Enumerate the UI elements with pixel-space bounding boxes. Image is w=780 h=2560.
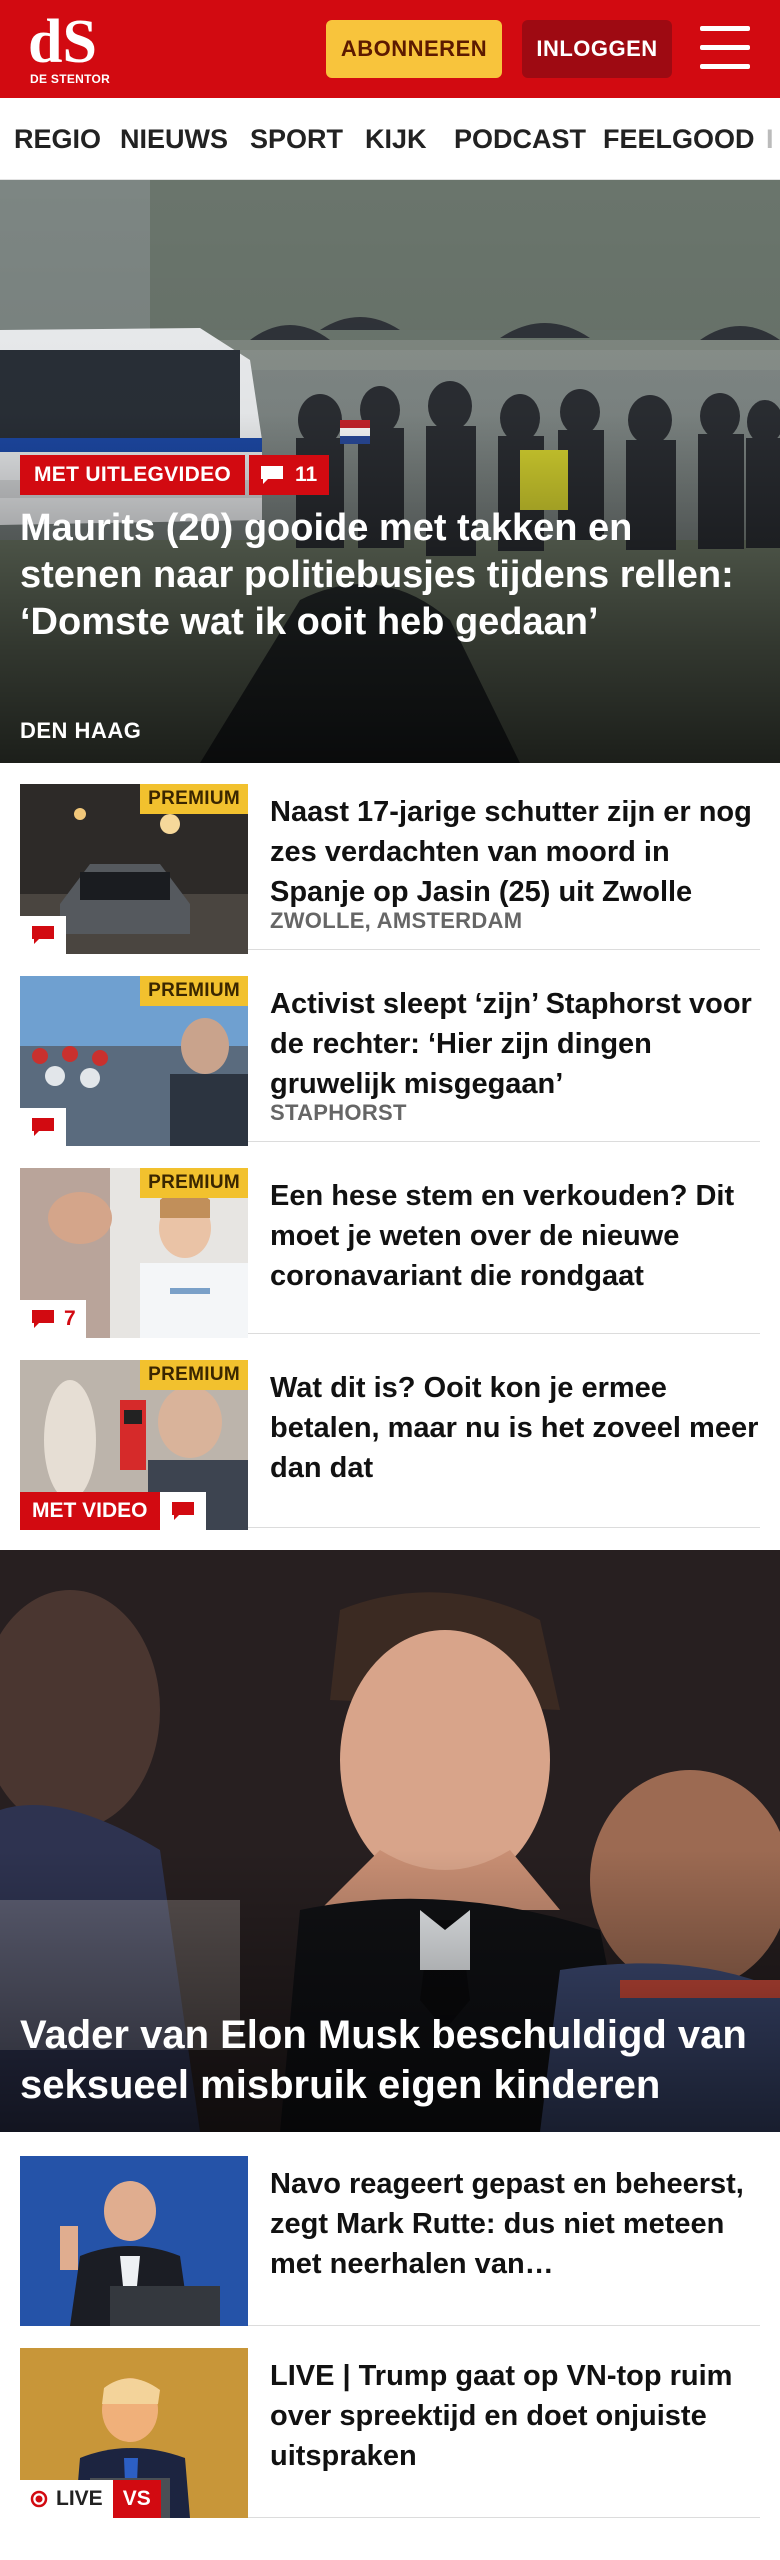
hero-badges: MET UITLEGVIDEO 11 <box>20 455 330 495</box>
comment-count: 11 <box>295 463 318 486</box>
section-nav: REGIO NIEUWS SPORT KIJK PODCAST FEELGOOD… <box>0 98 780 180</box>
article-thumbnail: LIVE VS <box>20 2348 248 2518</box>
nav-item-kijk[interactable]: KIJK <box>365 124 427 155</box>
subscribe-button[interactable]: ABONNEREN <box>326 20 502 78</box>
comment-badge[interactable]: 7 <box>20 1300 86 1338</box>
comment-count: 7 <box>64 1307 76 1330</box>
live-badge: LIVE VS <box>20 2480 161 2518</box>
article-title[interactable]: Een hese stem en verkouden? Dit moet je … <box>270 1176 760 1296</box>
comment-icon <box>32 926 54 944</box>
list-item[interactable]: LIVE VS LIVE | Trump gaat op VN-top ruim… <box>20 2338 760 2518</box>
premium-badge: PREMIUM <box>140 1360 248 1390</box>
site-header: dS DE STENTOR ABONNEREN INLOGGEN <box>0 0 780 98</box>
comment-icon <box>171 1502 194 1520</box>
article-thumbnail: PREMIUM MET VIDEO <box>20 1360 248 1530</box>
list-item[interactable]: PREMIUM Naast 17-jarige schutter zijn er… <box>20 774 760 954</box>
live-dot-icon <box>30 2490 48 2508</box>
article-thumbnail: PREMIUM <box>20 976 248 1146</box>
comment-icon <box>261 466 284 484</box>
hero-article[interactable]: MET UITLEGVIDEO 11 Maurits (20) gooide m… <box>0 180 780 763</box>
video-badge[interactable]: MET VIDEO <box>20 1492 206 1530</box>
article-thumbnail: PREMIUM 7 <box>20 1168 248 1338</box>
live-label-wrap: LIVE <box>20 2480 113 2518</box>
nav-item-sport[interactable]: SPORT <box>250 124 343 155</box>
comment-badge[interactable] <box>159 1492 206 1530</box>
login-button[interactable]: INLOGGEN <box>522 20 672 78</box>
hero-title[interactable]: Maurits (20) gooide met takken en stenen… <box>20 505 740 646</box>
comment-badge[interactable] <box>20 1108 66 1146</box>
premium-badge: PREMIUM <box>140 976 248 1006</box>
article-thumbnail <box>20 2156 248 2326</box>
article-title[interactable]: LIVE | Trump gaat op VN-top ruim over sp… <box>270 2356 760 2476</box>
nav-item-feelgood[interactable]: FEELGOOD <box>603 124 755 155</box>
list-item[interactable]: PREMIUM Activist sleept ‘zijn’ Staphorst… <box>20 966 760 1146</box>
menu-icon[interactable] <box>700 24 750 72</box>
hero-article-2[interactable]: Vader van Elon Musk beschuldigd van seks… <box>0 1550 780 2132</box>
video-badge-label: MET VIDEO <box>20 1492 160 1530</box>
site-logo[interactable]: dS DE STENTOR <box>28 12 111 88</box>
logo-subtitle: DE STENTOR <box>30 72 111 86</box>
comment-icon <box>32 1310 54 1328</box>
article-location: STAPHORST <box>270 1100 407 1125</box>
hero2-title[interactable]: Vader van Elon Musk beschuldigd van seks… <box>20 2010 760 2110</box>
article-title[interactable]: Naast 17-jarige schutter zijn er nog zes… <box>270 792 760 912</box>
video-explainer-badge: MET UITLEGVIDEO <box>20 455 246 495</box>
list-item[interactable]: PREMIUM MET VIDEO Wat dit is? Ooit kon j… <box>20 1350 760 1530</box>
article-location: ZWOLLE, AMSTERDAM <box>270 908 523 933</box>
list-item[interactable]: Navo reageert gepast en beheerst, zegt M… <box>20 2146 760 2326</box>
premium-badge: PREMIUM <box>140 784 248 814</box>
article-title[interactable]: Activist sleept ‘zijn’ Staphorst voor de… <box>270 984 760 1104</box>
live-label: LIVE <box>56 2487 103 2510</box>
list-item[interactable]: PREMIUM 7 Een hese stem en verkouden? Di… <box>20 1158 760 1338</box>
premium-badge: PREMIUM <box>140 1168 248 1198</box>
nav-item-overflow[interactable]: I <box>766 124 774 155</box>
vs-label: VS <box>112 2480 161 2518</box>
article-title[interactable]: Wat dit is? Ooit kon je ermee betalen, m… <box>270 1368 760 1488</box>
thumbnail-image <box>20 2156 248 2326</box>
comment-badge[interactable] <box>20 916 66 954</box>
article-thumbnail: PREMIUM <box>20 784 248 954</box>
comment-count-badge[interactable]: 11 <box>249 455 330 495</box>
logo-text: dS <box>28 12 97 70</box>
logo-mark: dS <box>28 12 97 70</box>
article-title[interactable]: Navo reageert gepast en beheerst, zegt M… <box>270 2164 760 2284</box>
comment-icon <box>32 1118 54 1136</box>
nav-item-nieuws[interactable]: NIEUWS <box>120 124 228 155</box>
nav-item-regio[interactable]: REGIO <box>14 124 101 155</box>
hero-location: DEN HAAG <box>20 718 142 743</box>
nav-item-podcast[interactable]: PODCAST <box>454 124 586 155</box>
